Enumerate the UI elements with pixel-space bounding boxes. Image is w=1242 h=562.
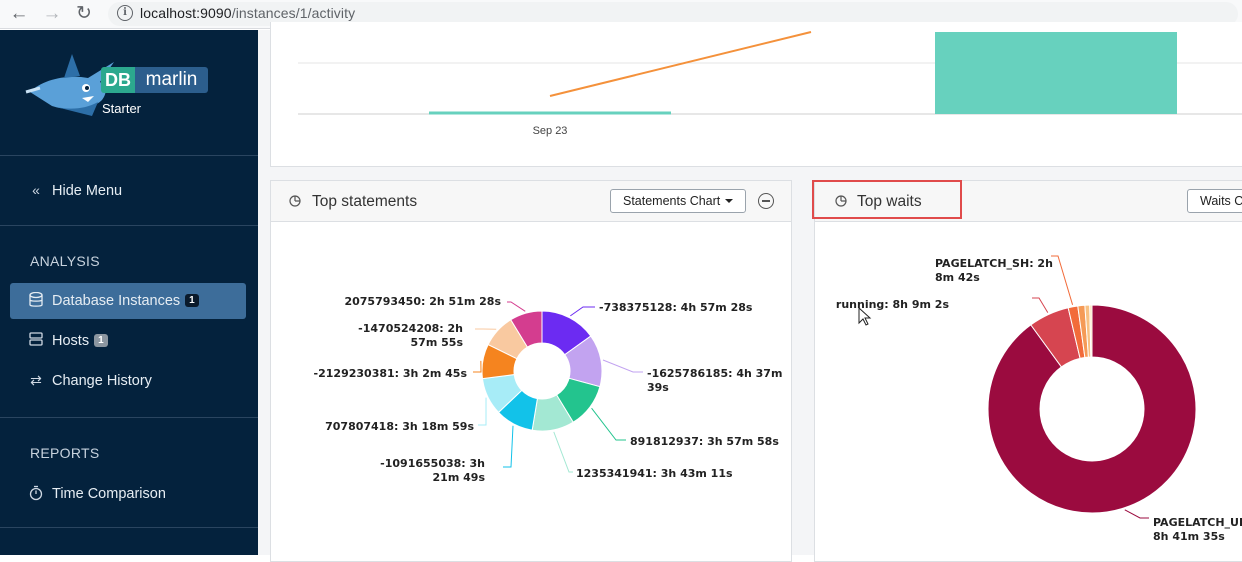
slice-leader-line: [570, 307, 595, 316]
divider: [0, 417, 258, 418]
slice-label: PAGELATCH_SH: 2h8m 42s: [935, 257, 1053, 284]
database-icon: [28, 292, 44, 308]
sidebar-item-time-comparison[interactable]: Time Comparison: [10, 476, 246, 512]
slice-label: -1625786185: 4h 37m39s: [647, 367, 782, 394]
top-statements-card: Top statements Statements Chart -7383751…: [270, 180, 792, 562]
highlight-annotation: [812, 180, 962, 219]
collapse-icon[interactable]: [758, 193, 774, 209]
slice-leader-line: [554, 432, 573, 472]
statements-chart-dropdown[interactable]: Statements Chart: [610, 189, 746, 213]
card-header: Top statements Statements Chart: [271, 181, 791, 222]
card-title: Top statements: [312, 193, 417, 211]
brand-marlin: marlin: [135, 67, 208, 93]
slice-label: -2129230381: 3h 2m 45s: [314, 367, 468, 380]
sidebar-item-label: Change History: [52, 373, 152, 389]
divider: [0, 155, 258, 156]
activity-line: [550, 32, 811, 96]
url-path: /instances/1/activity: [232, 5, 356, 21]
reload-icon[interactable]: ↻: [73, 3, 95, 25]
count-badge: 1: [94, 334, 108, 347]
pie-chart-icon: [289, 195, 301, 207]
sidebar-item-database-instances[interactable]: Database Instances 1: [10, 283, 246, 319]
slice-label: -1470524208: 2h57m 55s: [358, 322, 463, 349]
hide-menu-button[interactable]: « Hide Menu: [10, 173, 246, 209]
activity-chart: Sep 23: [271, 22, 1242, 166]
sidebar-item-hosts[interactable]: Hosts 1: [10, 323, 246, 359]
sidebar: DB marlin Starter « Hide Menu ANALYSIS D…: [0, 30, 258, 555]
forward-arrow-icon[interactable]: →: [41, 3, 63, 25]
slice-leader-line: [473, 361, 481, 372]
slice-label: 891812937: 3h 57m 58s: [630, 435, 779, 448]
slice-label: PAGELATCH_UP:8h 41m 35s: [1153, 516, 1242, 543]
slice-label: running: 8h 9m 2s: [836, 298, 950, 311]
server-icon: [28, 332, 44, 348]
sidebar-item-label: Time Comparison: [52, 486, 166, 502]
slice-leader-line: [1032, 298, 1048, 313]
slice-leader-line: [507, 302, 525, 311]
x-tick-label: Sep 23: [533, 125, 568, 137]
activity-bar: [935, 32, 1177, 114]
slice-leader-line: [1051, 256, 1073, 305]
slice-leader-line: [592, 408, 626, 440]
logo[interactable]: DB marlin Starter: [0, 30, 258, 155]
edition-label: Starter: [102, 101, 141, 116]
sidebar-item-label: Hosts: [52, 333, 89, 349]
slice-leader-line: [503, 426, 513, 467]
stopwatch-icon: [28, 485, 44, 501]
slice-label: 2075793450: 2h 51m 28s: [344, 295, 501, 308]
slice-leader-line: [1125, 510, 1149, 518]
brand-db: DB: [101, 67, 135, 93]
count-badge: 1: [185, 294, 199, 307]
top-statements-chart: -738375128: 4h 57m 28s -1625786185: 4h 37…: [271, 222, 791, 562]
analysis-section-label: ANALYSIS: [30, 253, 100, 269]
dropdown-label: Statements Chart: [623, 194, 720, 208]
back-arrow-icon[interactable]: ←: [8, 3, 30, 25]
caret-down-icon: [725, 199, 733, 203]
slice-label: 1235341941: 3h 43m 11s: [576, 467, 733, 480]
top-waits-card: Top waits Waits Chart PAGELATCH_UP:8h 41…: [814, 180, 1242, 562]
double-chevron-left-icon: «: [28, 182, 44, 198]
sidebar-item-label: Database Instances: [52, 293, 180, 309]
slice-label: -1091655038: 3h21m 49s: [380, 457, 485, 484]
url-text[interactable]: localhost:9090/instances/1/activity: [140, 5, 355, 21]
slice-leader-line: [603, 360, 643, 372]
slice-leader-line: [478, 398, 486, 425]
dropdown-label: Waits Chart: [1200, 194, 1242, 208]
swap-arrows-icon: ⇄: [28, 372, 44, 388]
top-waits-chart: PAGELATCH_UP:8h 41m 35s running: 8h 9m 2s…: [815, 222, 1242, 562]
url-host: localhost:9090: [140, 5, 232, 21]
info-icon[interactable]: i: [117, 5, 133, 21]
divider: [0, 225, 258, 226]
hide-menu-label: Hide Menu: [52, 183, 122, 199]
reports-section-label: REPORTS: [30, 445, 100, 461]
slice-label: -738375128: 4h 57m 28s: [599, 301, 753, 314]
sidebar-item-change-history[interactable]: ⇄ Change History: [10, 363, 246, 399]
slice-label: 707807418: 3h 18m 59s: [325, 420, 474, 433]
mouse-cursor-icon: [858, 307, 872, 327]
divider: [0, 527, 258, 528]
waits-chart-dropdown[interactable]: Waits Chart: [1187, 189, 1242, 213]
activity-chart-card: Sep 23: [270, 22, 1242, 167]
